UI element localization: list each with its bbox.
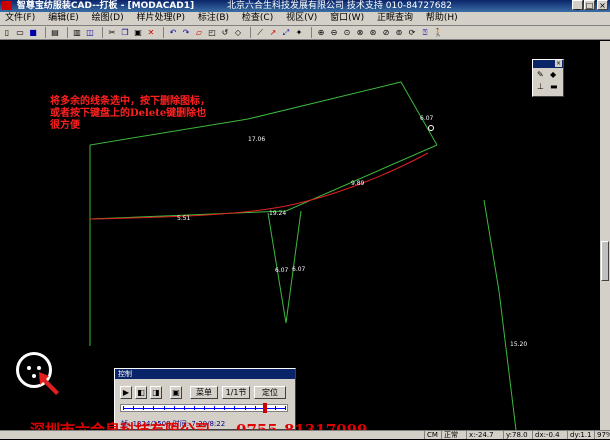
point-icon[interactable]: ✦ xyxy=(294,28,304,38)
dimension-label: 9.89 xyxy=(351,180,365,187)
section-button[interactable]: 1/1节 xyxy=(222,386,250,399)
menu-button[interactable]: 菜单 xyxy=(190,386,218,399)
help-pointer-icon[interactable]: ⍰ xyxy=(420,28,430,38)
menu-view[interactable]: 视区(V) xyxy=(281,12,322,25)
instruction-text: 将多余的线条选中，按下删除图标， 或者按下键盘上的Delete键删除也 很方便 xyxy=(50,96,210,131)
locate-button[interactable]: 定位 xyxy=(254,386,286,399)
maximize-button[interactable]: □ xyxy=(584,0,595,10)
slider-tick xyxy=(285,406,286,410)
dimension-label: 6.07 xyxy=(420,115,434,122)
zoom-window-icon[interactable]: ⊙ xyxy=(342,28,352,38)
close-button[interactable]: × xyxy=(597,0,608,10)
selection-point-icon xyxy=(428,125,434,131)
zoom-fit-icon[interactable]: ⊚ xyxy=(394,28,404,38)
slider-tick xyxy=(214,406,215,410)
slider-thumb[interactable] xyxy=(263,403,267,413)
slider-tick xyxy=(255,406,256,410)
region-icon[interactable]: ◰ xyxy=(207,28,217,38)
mirror-icon[interactable]: ◇ xyxy=(233,28,243,38)
slider-tick xyxy=(275,406,276,410)
menu-file[interactable]: 文件(F) xyxy=(0,12,40,25)
open-folder-icon[interactable]: ▭ xyxy=(15,28,25,38)
slider-tick xyxy=(184,406,185,410)
dimension-label: 17.06 xyxy=(248,136,266,143)
dimension-label: 15.20 xyxy=(510,341,528,348)
slider-tick xyxy=(234,406,235,410)
slider-tick xyxy=(204,406,205,410)
slider-tick xyxy=(123,406,124,410)
pen-icon[interactable]: ✎ xyxy=(537,70,544,79)
preview-icon[interactable]: ◫ xyxy=(85,28,95,38)
new-file-icon[interactable]: ▯ xyxy=(2,28,12,38)
zoom-prev-icon[interactable]: ⊗ xyxy=(355,28,365,38)
window-title: 智尊宝纺服装CAD--打板 - [MODACAD1] xyxy=(16,1,195,11)
slider-tick xyxy=(133,406,134,410)
dimension-label: 5.51 xyxy=(177,215,191,222)
dimension-label: 6.07 xyxy=(292,266,306,273)
print-icon[interactable]: ▥ xyxy=(72,28,82,38)
slider-tick xyxy=(164,406,165,410)
figure-icon[interactable]: 🚶 xyxy=(433,28,443,38)
support-info: 北京六合生科技发展有限公司 技术支持 010-84727682 xyxy=(227,1,452,11)
ruler-icon[interactable]: ⊥ xyxy=(537,82,544,91)
undo-icon[interactable]: ↶ xyxy=(168,28,178,38)
node-icon[interactable]: ◆ xyxy=(550,70,556,79)
menu-bar: 文件(F) 编辑(E) 绘图(D) 样片处理(P) 标注(B) 检查(C) 视区… xyxy=(0,12,610,26)
menu-sample[interactable]: 样片处理(P) xyxy=(132,12,190,25)
step-back-icon[interactable]: ◧ xyxy=(135,386,147,399)
end-icon[interactable]: ▣ xyxy=(170,386,182,399)
pattern-right-line xyxy=(483,199,517,430)
toolbar: ▯ ▭ ■ ▤ ▥ ◫ ✂ ❐ ▣ ✕ ↶ ↷ ▱ ◰ ↺ ◇ ⟋ ↗ ⤢ ✦ … xyxy=(0,26,610,40)
tool-panel-titlebar[interactable]: × xyxy=(533,60,563,68)
paste-icon[interactable]: ▣ xyxy=(133,28,143,38)
slider-tick xyxy=(143,406,144,410)
cut-icon[interactable]: ✂ xyxy=(107,28,117,38)
play-icon[interactable]: ▶ xyxy=(120,386,132,399)
rect-select-icon[interactable]: ▱ xyxy=(194,28,204,38)
menu-edit[interactable]: 编辑(E) xyxy=(43,12,84,25)
copy-icon[interactable]: ❐ xyxy=(120,28,130,38)
selected-red-curve xyxy=(89,152,429,220)
menu-annotate[interactable]: 标注(B) xyxy=(193,12,234,25)
slider-tick xyxy=(153,406,154,410)
print-setup-icon[interactable]: ▤ xyxy=(50,28,60,38)
vertical-scrollbar[interactable] xyxy=(600,41,610,430)
refresh-icon[interactable]: ⟳ xyxy=(407,28,417,38)
slider-tick xyxy=(224,406,225,410)
title-bar: 智尊宝纺服装CAD--打板 - [MODACAD1] 北京六合生科技发展有限公司… xyxy=(0,0,610,12)
minimize-button[interactable]: _ xyxy=(572,0,583,10)
slider-tick xyxy=(194,406,195,410)
close-icon[interactable]: × xyxy=(555,60,562,67)
pan-icon[interactable]: ⊘ xyxy=(381,28,391,38)
playback-title[interactable]: 控制 xyxy=(115,369,295,379)
scrollbar-thumb[interactable] xyxy=(601,241,609,281)
redo-icon[interactable]: ↷ xyxy=(181,28,191,38)
step-forward-icon[interactable]: ◨ xyxy=(150,386,162,399)
measure-icon[interactable]: ⤢ xyxy=(281,28,291,38)
line-tool-icon[interactable]: ⟋ xyxy=(255,28,265,38)
playback-slider[interactable] xyxy=(120,403,288,413)
zoom-all-icon[interactable]: ⊛ xyxy=(368,28,378,38)
arrow-icon xyxy=(39,372,59,395)
curve-tool-icon[interactable]: ↗ xyxy=(268,28,278,38)
menu-help[interactable]: 帮助(H) xyxy=(421,12,463,25)
menu-draw[interactable]: 绘图(D) xyxy=(87,12,129,25)
slider-tick xyxy=(245,406,246,410)
line-icon[interactable]: ▬ xyxy=(550,82,558,91)
delete-icon[interactable]: ✕ xyxy=(146,28,156,38)
menu-window[interactable]: 窗口(W) xyxy=(325,12,369,25)
pattern-waist-line xyxy=(89,144,438,220)
floating-tool-panel: × ✎ ◆ ⊥ ▬ xyxy=(532,59,564,97)
menu-query[interactable]: 正眠查询 xyxy=(372,12,418,25)
dimension-label: 19.24 xyxy=(269,210,287,217)
slider-tick xyxy=(174,406,175,410)
app-icon xyxy=(2,1,12,10)
save-icon[interactable]: ■ xyxy=(28,28,38,38)
zoom-in-icon[interactable]: ⊕ xyxy=(316,28,326,38)
dimension-label: 6.07 xyxy=(275,267,289,274)
zoom-out-icon[interactable]: ⊖ xyxy=(329,28,339,38)
menu-check[interactable]: 检查(C) xyxy=(237,12,278,25)
rotate-icon[interactable]: ↺ xyxy=(220,28,230,38)
